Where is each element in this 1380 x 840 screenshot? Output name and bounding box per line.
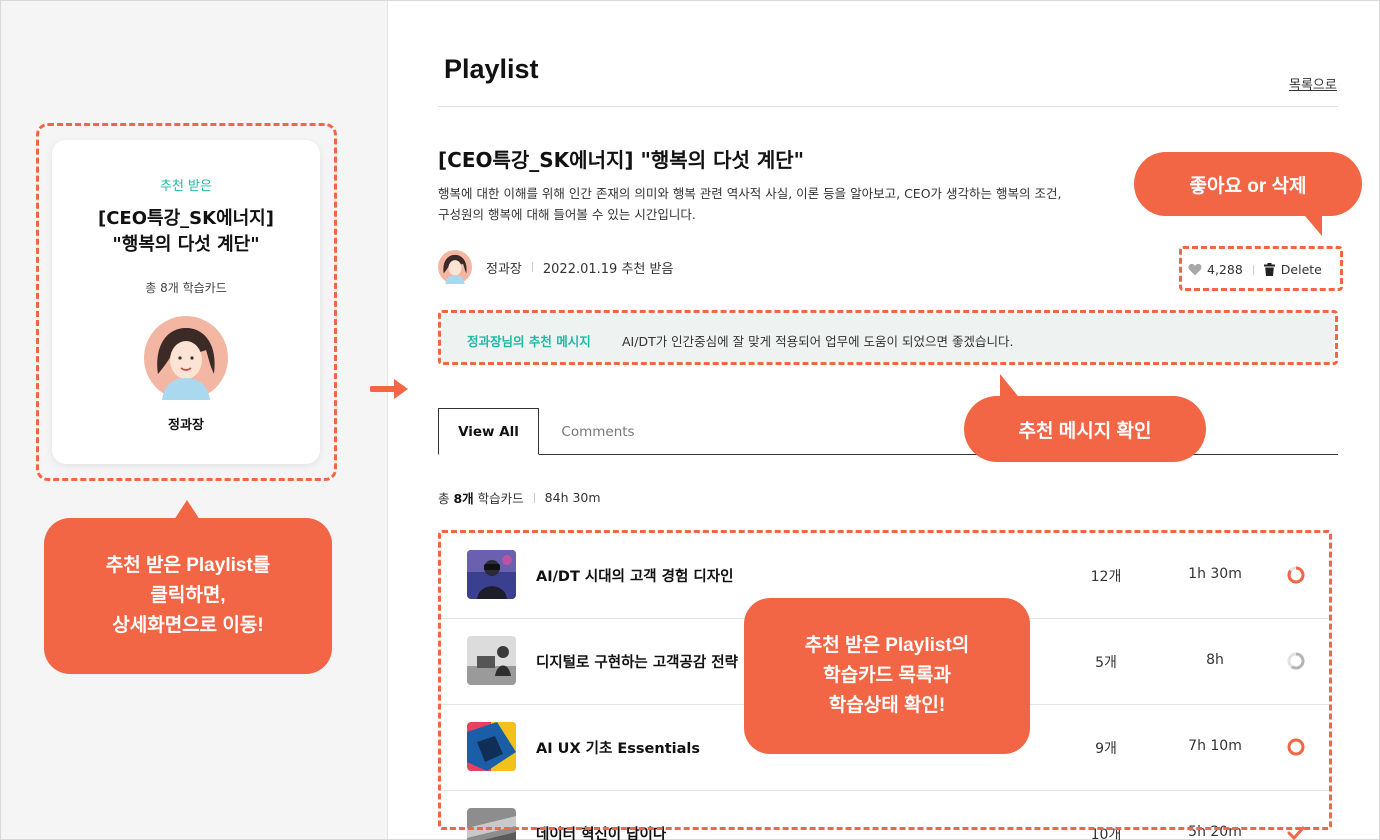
pane-divider bbox=[387, 1, 388, 839]
summary-prefix: 총 bbox=[438, 491, 454, 506]
summary-separator bbox=[533, 492, 535, 503]
summary-suffix: 학습카드 bbox=[473, 491, 524, 506]
page-title: Playlist bbox=[444, 54, 539, 84]
summary-duration: 84h 30m bbox=[544, 490, 601, 505]
left-callout-line2: 클릭하면, bbox=[150, 585, 226, 606]
card-list-callout: 추천 받은 Playlist의 학습카드 목록과 학습상태 확인! bbox=[744, 598, 1030, 754]
card-summary: 총 8개 학습카드 84h 30m bbox=[438, 488, 601, 507]
left-callout-bubble: 추천 받은 Playlist를 클릭하면, 상세화면으로 이동! bbox=[44, 518, 332, 674]
like-delete-callout-tail bbox=[1300, 210, 1322, 236]
rec-message-callout-text: 추천 메시지 확인 bbox=[1018, 420, 1152, 442]
meta-separator bbox=[531, 262, 533, 272]
playlist-title: [CEO특강_SK에너지] "행복의 다섯 계단" bbox=[438, 148, 805, 172]
recommendation-highlight-frame bbox=[438, 310, 1338, 365]
card-highlight-frame bbox=[36, 123, 337, 481]
playlist-description: 행복에 대한 이해를 위해 인간 존재의 의미와 행복 관련 역사적 사실, 이… bbox=[438, 183, 1118, 225]
tab-comments[interactable]: Comments bbox=[540, 408, 656, 455]
back-to-list-link[interactable]: 목록으로 bbox=[1289, 74, 1337, 93]
left-callout-line3: 상세화면으로 이동! bbox=[112, 615, 264, 636]
like-delete-callout: 좋아요 or 삭제 bbox=[1134, 152, 1362, 216]
card-list-callout-line1: 추천 받은 Playlist의 bbox=[804, 635, 970, 656]
author-row: 정과장 2022.01.19 추천 받음 bbox=[438, 250, 673, 284]
card-list-callout-line2: 학습카드 목록과 bbox=[823, 665, 951, 686]
summary-count: 8개 bbox=[453, 491, 474, 506]
description-line1: 행복에 대한 이해를 위해 인간 존재의 의미와 행복 관련 역사적 사실, 이… bbox=[438, 186, 1062, 201]
arrow-right-icon bbox=[370, 379, 408, 399]
recommend-date: 2022.01.19 추천 받음 bbox=[542, 261, 674, 277]
author-name: 정과장 bbox=[486, 261, 522, 277]
rec-message-callout: 추천 메시지 확인 bbox=[964, 396, 1206, 462]
actions-highlight-frame bbox=[1179, 246, 1343, 291]
author-avatar bbox=[438, 250, 472, 284]
like-delete-callout-text: 좋아요 or 삭제 bbox=[1189, 175, 1307, 197]
left-callout-tail bbox=[174, 500, 200, 520]
left-callout-line1: 추천 받은 Playlist를 bbox=[105, 555, 271, 576]
description-line2: 구성원의 행복에 대해 들어볼 수 있는 시간입니다. bbox=[438, 207, 696, 222]
tab-view-all[interactable]: View All bbox=[438, 408, 539, 455]
card-list-callout-line3: 학습상태 확인! bbox=[828, 695, 946, 716]
header-divider bbox=[438, 106, 1338, 107]
